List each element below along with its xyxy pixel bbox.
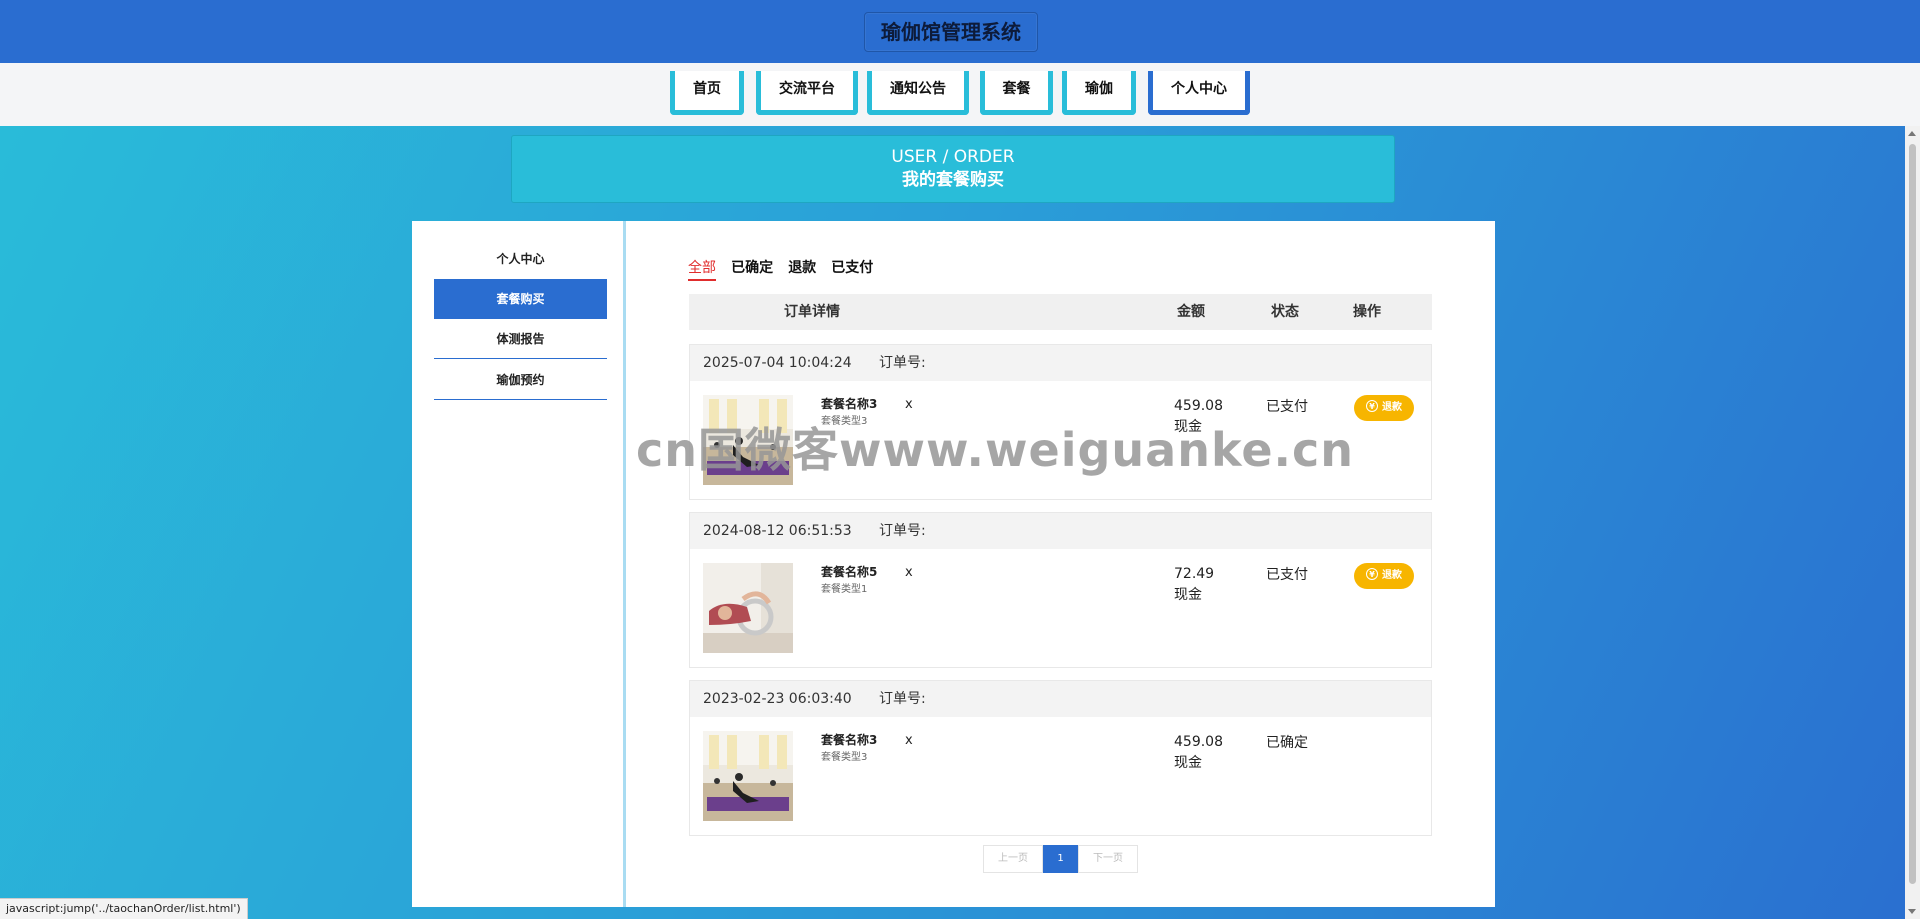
sidebar: 个人中心 套餐购买 体测报告 瑜伽预约 bbox=[412, 221, 626, 907]
refund-button[interactable]: ¥ 退款 bbox=[1354, 563, 1414, 589]
link-status-bar: javascript:jump('../taochanOrder/list.ht… bbox=[0, 898, 248, 919]
banner-cn-title: 我的套餐购买 bbox=[902, 170, 1004, 190]
order-card-header: 2023-02-23 06:03:40 订单号: bbox=[690, 681, 1431, 717]
order-amount: 459.08 现金 bbox=[1174, 396, 1223, 438]
order-number-label: 订单号: bbox=[879, 355, 926, 371]
order-amount: 72.49 现金 bbox=[1174, 564, 1214, 606]
scroll-down-arrow-icon[interactable] bbox=[1908, 909, 1916, 914]
product-name: 套餐名称3 bbox=[821, 733, 878, 747]
amount-value: 459.08 bbox=[1174, 734, 1223, 750]
order-number-label: 订单号: bbox=[879, 523, 926, 539]
nav-yoga[interactable]: 瑜伽 bbox=[1062, 71, 1136, 115]
top-header: 瑜伽馆管理系统 bbox=[0, 0, 1920, 63]
refund-label: 退款 bbox=[1382, 570, 1402, 581]
order-time: 2025-07-04 10:04:24 bbox=[703, 355, 852, 371]
sidebar-item-yoga-booking[interactable]: 瑜伽预约 bbox=[434, 360, 607, 400]
nav-package[interactable]: 套餐 bbox=[980, 71, 1053, 115]
scrollbar-thumb[interactable] bbox=[1909, 144, 1916, 884]
column-status: 状态 bbox=[1271, 304, 1299, 320]
page-1-button[interactable]: 1 bbox=[1043, 845, 1078, 873]
nav-home[interactable]: 首页 bbox=[670, 71, 744, 115]
sidebar-item-package-orders[interactable]: 套餐购买 bbox=[434, 279, 607, 319]
tab-paid[interactable]: 已支付 bbox=[831, 257, 873, 279]
tab-all[interactable]: 全部 bbox=[688, 257, 716, 281]
product-type: 套餐类型1 bbox=[821, 584, 868, 595]
order-card: 2024-08-12 06:51:53 订单号: 套餐名称5 套餐类型1 x 7… bbox=[689, 512, 1432, 668]
main-panel: 个人中心 套餐购买 体测报告 瑜伽预约 全部 已确定 退款 已支付 订单详情 金… bbox=[412, 221, 1495, 907]
product-type: 套餐类型3 bbox=[821, 416, 868, 427]
product-image[interactable] bbox=[703, 563, 793, 653]
page-scrollbar[interactable] bbox=[1905, 126, 1920, 919]
product-image[interactable] bbox=[703, 395, 793, 485]
order-time: 2023-02-23 06:03:40 bbox=[703, 691, 852, 707]
main-nav: 首页 交流平台 通知公告 套餐 瑜伽 个人中心 bbox=[0, 63, 1920, 126]
order-status: 已确定 bbox=[1266, 735, 1308, 751]
order-card: 2025-07-04 10:04:24 订单号: 套餐名称3 套餐类型3 x 4… bbox=[689, 344, 1432, 500]
order-card-header: 2025-07-04 10:04:24 订单号: bbox=[690, 345, 1431, 381]
next-page-button[interactable]: 下一页 bbox=[1078, 845, 1138, 873]
product-quantity: x bbox=[905, 565, 913, 580]
column-amount: 金额 bbox=[1177, 304, 1205, 320]
sidebar-item-body-test[interactable]: 体测报告 bbox=[434, 319, 607, 359]
refund-button[interactable]: ¥ 退款 bbox=[1354, 395, 1414, 421]
product-quantity: x bbox=[905, 733, 913, 748]
amount-value: 72.49 bbox=[1174, 566, 1215, 582]
product-quantity: x bbox=[905, 397, 913, 412]
prev-page-button[interactable]: 上一页 bbox=[983, 845, 1043, 873]
pay-method: 现金 bbox=[1174, 755, 1202, 771]
order-amount: 459.08 现金 bbox=[1174, 732, 1223, 774]
product-image[interactable] bbox=[703, 731, 793, 821]
order-card: 2023-02-23 06:03:40 订单号: 套餐名称3 套餐类型3 x 4… bbox=[689, 680, 1432, 836]
order-filter-tabs: 全部 已确定 退款 已支付 bbox=[688, 257, 883, 281]
tab-confirmed[interactable]: 已确定 bbox=[731, 257, 773, 279]
site-title: 瑜伽馆管理系统 bbox=[864, 12, 1038, 52]
pay-method: 现金 bbox=[1174, 587, 1202, 603]
order-card-header: 2024-08-12 06:51:53 订单号: bbox=[690, 513, 1431, 549]
amount-value: 459.08 bbox=[1174, 398, 1223, 414]
page-banner: USER / ORDER 我的套餐购买 bbox=[511, 135, 1395, 203]
pay-method: 现金 bbox=[1174, 419, 1202, 435]
product-name: 套餐名称5 bbox=[821, 565, 878, 579]
order-number-label: 订单号: bbox=[879, 691, 926, 707]
yen-icon: ¥ bbox=[1366, 568, 1378, 580]
yen-icon: ¥ bbox=[1366, 400, 1378, 412]
scroll-up-arrow-icon[interactable] bbox=[1908, 131, 1916, 136]
banner-en-title: USER / ORDER bbox=[891, 147, 1015, 167]
product-name: 套餐名称3 bbox=[821, 397, 878, 411]
sidebar-item-user-center[interactable]: 个人中心 bbox=[434, 239, 607, 279]
product-type: 套餐类型3 bbox=[821, 752, 868, 763]
order-status: 已支付 bbox=[1266, 567, 1308, 583]
nav-user-center[interactable]: 个人中心 bbox=[1148, 71, 1250, 115]
table-header: 订单详情 金额 状态 操作 bbox=[689, 294, 1432, 330]
nav-forum[interactable]: 交流平台 bbox=[756, 71, 858, 115]
column-action: 操作 bbox=[1353, 304, 1381, 320]
nav-notice[interactable]: 通知公告 bbox=[867, 71, 969, 115]
order-time: 2024-08-12 06:51:53 bbox=[703, 523, 852, 539]
refund-label: 退款 bbox=[1382, 402, 1402, 413]
column-detail: 订单详情 bbox=[784, 304, 840, 320]
tab-refund[interactable]: 退款 bbox=[788, 257, 816, 279]
order-status: 已支付 bbox=[1266, 399, 1308, 415]
